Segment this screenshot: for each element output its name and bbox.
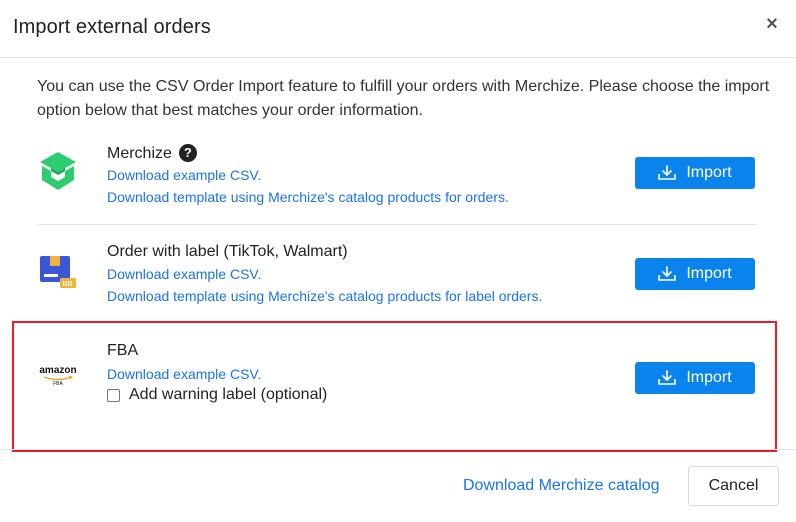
highlight-box bbox=[12, 321, 777, 452]
modal-header: Import external orders × bbox=[0, 0, 796, 58]
help-icon[interactable]: ? bbox=[178, 144, 197, 162]
option-title-label: Order with label (TikTok, Walmart) bbox=[107, 243, 348, 260]
download-template-link[interactable]: Download template using Merchize's catal… bbox=[107, 187, 509, 207]
download-icon bbox=[658, 266, 677, 281]
option-title-merchize: Merchize? bbox=[107, 143, 197, 165]
option-merchize: Merchize? Download example CSV. Download… bbox=[38, 140, 756, 225]
intro-text: You can use the CSV Order Import feature… bbox=[37, 78, 770, 119]
import-button-merchize[interactable]: Import bbox=[635, 157, 755, 189]
download-template-link[interactable]: Download template using Merchize's catal… bbox=[107, 286, 542, 306]
download-icon bbox=[658, 165, 677, 180]
cancel-button[interactable]: Cancel bbox=[688, 466, 779, 506]
modal-title: Import external orders bbox=[13, 16, 211, 38]
import-button-label[interactable]: Import bbox=[635, 258, 755, 290]
import-label: Import bbox=[686, 164, 732, 181]
download-example-csv-link[interactable]: Download example CSV. bbox=[107, 264, 261, 284]
import-orders-modal: Import external orders × You can use the… bbox=[0, 0, 796, 522]
download-catalog-link[interactable]: Download Merchize catalog bbox=[463, 477, 660, 495]
label-box-icon bbox=[38, 254, 78, 299]
modal-footer: Download Merchize catalog Cancel bbox=[0, 449, 796, 522]
option-order-with-label: Order with label (TikTok, Walmart) Downl… bbox=[38, 240, 756, 315]
import-label: Import bbox=[686, 265, 732, 282]
option-title-text: Merchize bbox=[107, 145, 172, 162]
merchize-logo-icon bbox=[38, 150, 78, 197]
close-button[interactable]: × bbox=[762, 12, 782, 36]
download-example-csv-link[interactable]: Download example CSV. bbox=[107, 165, 261, 185]
